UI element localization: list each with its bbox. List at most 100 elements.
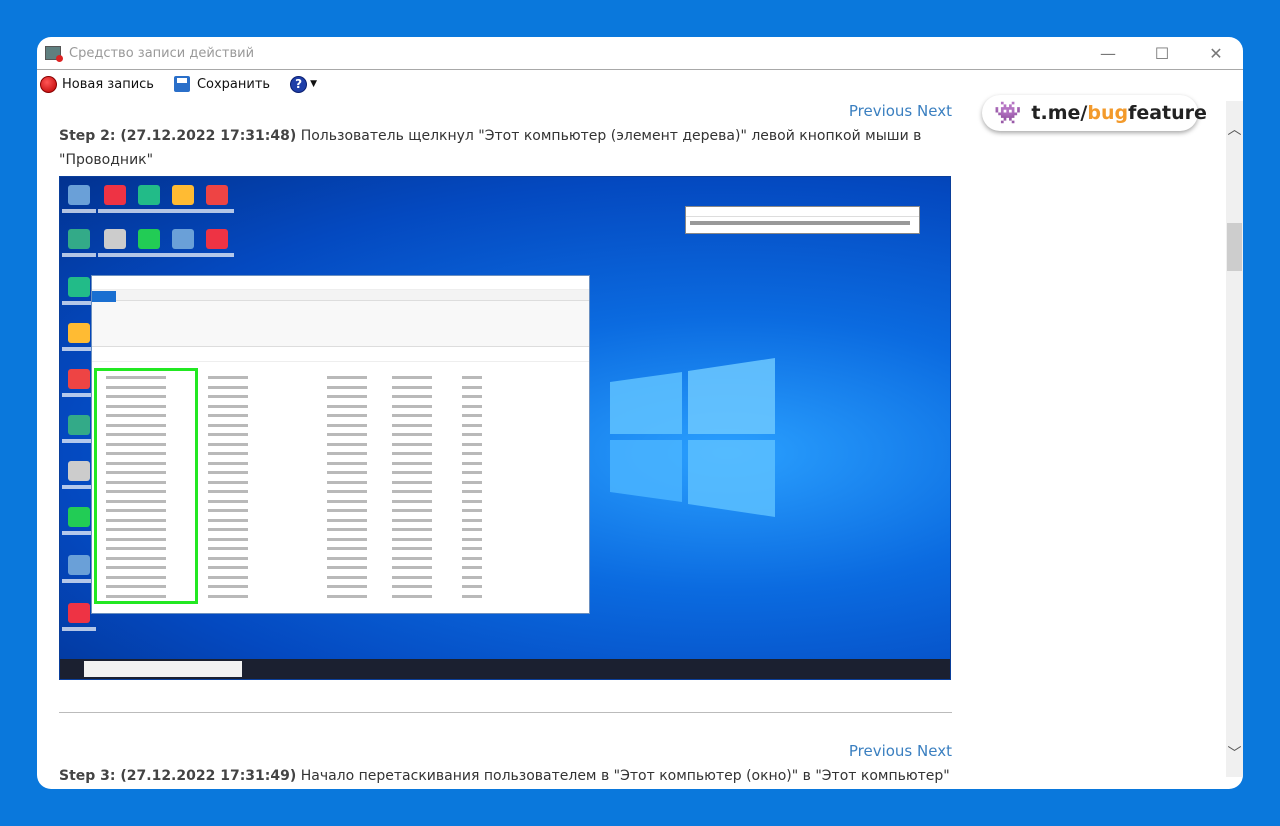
tree-item [106,499,166,503]
tree-item [106,414,166,417]
file-row-cell [208,566,248,569]
file-row-cell [392,442,432,446]
help-menu-button[interactable]: ? ▼ [290,75,317,93]
tree-item [106,461,166,465]
tree-item [106,395,166,398]
file-row-cell [327,518,367,522]
save-label: Сохранить [196,76,271,92]
desktop-icon [172,229,194,249]
file-row-cell [392,509,432,512]
close-button[interactable]: ✕ [1189,37,1243,69]
windows-logo [610,358,775,517]
file-row-cell [462,594,482,598]
tree-item [106,509,166,512]
tree-item [106,490,166,493]
minimize-button[interactable]: — [1081,37,1135,69]
file-row-cell [208,575,248,579]
tree-item [106,537,166,541]
file-row-cell [462,414,482,417]
desktop-icon [68,277,90,297]
file-row-cell [208,528,248,531]
file-row-cell [392,585,432,588]
file-row-cell [392,575,432,579]
file-row-cell [462,528,482,531]
maximize-button[interactable]: ☐ [1135,37,1189,69]
step-label: Step 2: (27.12.2022 17:31:48) [59,128,297,144]
new-record-label: Новая запись [62,76,154,92]
tree-item [106,423,166,427]
file-row-cell [327,490,367,493]
previous-link[interactable]: Previous [849,742,912,760]
file-row-cell [392,528,432,531]
desktop-icon [68,461,90,481]
file-row-cell [462,404,482,408]
tree-item [106,442,166,446]
file-row-cell [208,509,248,512]
file-row-cell [462,442,482,446]
scrollbar-thumb[interactable] [1227,223,1242,271]
save-icon [173,76,190,92]
next-link[interactable]: Next [917,742,952,760]
desktop-icon [138,185,160,205]
psr-mini-window [685,206,920,234]
tree-item [106,471,166,474]
file-row-cell [327,404,367,408]
file-row-cell [392,556,432,560]
file-row-cell [392,566,432,569]
file-row-cell [208,471,248,474]
file-row-cell [327,471,367,474]
file-row-cell [392,547,432,550]
tree-item [106,528,166,531]
file-row-cell [392,414,432,417]
file-row-cell [392,452,432,455]
explorer-window [91,275,590,614]
file-row-cell [462,480,482,484]
scroll-up-icon[interactable]: ︿ [1226,119,1243,139]
scroll-down-icon[interactable]: ﹀ [1226,743,1243,763]
file-row-cell [392,471,432,474]
save-button[interactable]: Сохранить [173,76,271,92]
desktop-icon-label [98,253,132,257]
file-row-cell [462,376,482,379]
file-row-cell [208,414,248,417]
file-row-cell [327,509,367,512]
desktop-icon-label [98,209,132,213]
file-row-cell [392,537,432,541]
desktop-icon [206,229,228,249]
file-row-cell [327,480,367,484]
file-row-cell [462,423,482,427]
file-row-cell [327,537,367,541]
file-row-cell [208,452,248,455]
desktop-icon [68,323,90,343]
tree-item [106,376,166,379]
file-row-cell [327,452,367,455]
vertical-scrollbar[interactable]: ︿ ﹀ [1226,101,1243,777]
space-invader-icon: 👾 [994,100,1022,126]
step-description: Step 3: (27.12.2022 17:31:49) Начало пер… [59,764,952,788]
file-row-cell [462,452,482,455]
file-row-cell [208,556,248,560]
desktop-icon [138,229,160,249]
tree-item [106,547,166,550]
next-link[interactable]: Next [917,102,952,120]
telegram-badge[interactable]: 👾 t.me/bug feature [982,95,1207,131]
desktop-icon [68,555,90,575]
desktop-icon [68,185,90,205]
file-row-cell [462,471,482,474]
file-row-cell [327,414,367,417]
new-record-button[interactable]: Новая запись [40,75,154,93]
file-row-cell [392,433,432,436]
file-row-cell [208,518,248,522]
desktop-icon [68,603,90,623]
file-row-cell [392,594,432,598]
badge-prefix: t.me/ [1031,102,1088,124]
desktop-icon-label [200,209,234,213]
desktop-icon [104,185,126,205]
file-row-cell [392,385,432,389]
tree-item [106,404,166,408]
previous-link[interactable]: Previous [849,102,912,120]
file-row-cell [208,461,248,465]
file-row-cell [208,594,248,598]
file-row-cell [327,376,367,379]
desktop-icon [206,185,228,205]
